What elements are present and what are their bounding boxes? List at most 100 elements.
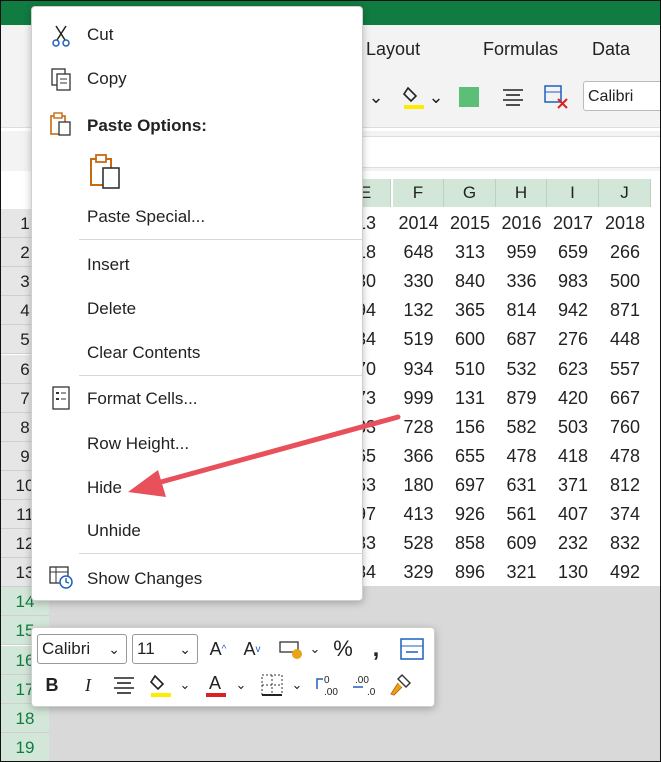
- paste-icon[interactable]: [86, 152, 126, 192]
- menu-item-row-height[interactable]: Row Height...: [87, 434, 189, 454]
- menu-item-clear-contents[interactable]: Clear Contents: [87, 343, 200, 363]
- grid-cell[interactable]: 532: [496, 355, 547, 384]
- grid-cell[interactable]: 232: [547, 529, 599, 558]
- column-header[interactable]: G: [444, 179, 496, 207]
- chevron-down-icon[interactable]: ⌄: [178, 672, 192, 698]
- grid-cell[interactable]: 667: [599, 384, 651, 413]
- menu-item-paste-special[interactable]: Paste Special...: [87, 207, 205, 227]
- grid-cell[interactable]: 478: [496, 442, 547, 471]
- grid-cell[interactable]: 582: [496, 413, 547, 442]
- increase-font-size-icon[interactable]: A ^: [204, 636, 232, 662]
- chevron-down-icon[interactable]: ⌄: [234, 672, 248, 698]
- accounting-format-icon[interactable]: [272, 636, 312, 662]
- grid-cell[interactable]: 959: [496, 238, 547, 267]
- grid-cell[interactable]: 132: [393, 296, 444, 325]
- menu-item-copy[interactable]: Copy: [87, 69, 127, 89]
- grid-cell[interactable]: 697: [444, 471, 496, 500]
- grid-cell[interactable]: 600: [444, 325, 496, 354]
- grid-cell[interactable]: 659: [547, 238, 599, 267]
- menu-item-hide[interactable]: Hide: [87, 478, 122, 498]
- grid-cell[interactable]: 500: [599, 267, 651, 296]
- align-center-icon[interactable]: [499, 83, 527, 111]
- grid-cell[interactable]: 2017: [547, 209, 599, 238]
- bold-icon[interactable]: B: [40, 672, 64, 698]
- grid-cell[interactable]: 648: [393, 238, 444, 267]
- decrease-font-size-icon[interactable]: Av: [238, 636, 266, 662]
- format-painter-table-icon[interactable]: [398, 636, 426, 662]
- column-header[interactable]: H: [496, 179, 547, 207]
- grid-cell[interactable]: 655: [444, 442, 496, 471]
- font-color-icon[interactable]: A: [202, 672, 230, 698]
- formula-input[interactable]: [341, 136, 660, 168]
- grid-cell[interactable]: 2016: [496, 209, 547, 238]
- grid-cell[interactable]: 631: [496, 471, 547, 500]
- grid-cell[interactable]: 528: [393, 529, 444, 558]
- column-header[interactable]: I: [547, 179, 599, 207]
- grid-cell[interactable]: 276: [547, 325, 599, 354]
- grid-cell[interactable]: 478: [599, 442, 651, 471]
- grid-cell[interactable]: 942: [547, 296, 599, 325]
- grid-cell[interactable]: 840: [444, 267, 496, 296]
- grid-cell[interactable]: 879: [496, 384, 547, 413]
- grid-cell[interactable]: 814: [496, 296, 547, 325]
- grid-cell[interactable]: 418: [547, 442, 599, 471]
- grid-cell[interactable]: 561: [496, 500, 547, 529]
- grid-cell[interactable]: 519: [393, 325, 444, 354]
- grid-cell[interactable]: 687: [496, 325, 547, 354]
- grid-cell[interactable]: 832: [599, 529, 651, 558]
- italic-icon[interactable]: I: [76, 672, 100, 698]
- grid-cell[interactable]: 156: [444, 413, 496, 442]
- grid-cell[interactable]: 983: [547, 267, 599, 296]
- font-name-box[interactable]: Calibri: [583, 81, 660, 111]
- chevron-down-icon[interactable]: ⌄: [428, 83, 443, 111]
- grid-cell[interactable]: 2015: [444, 209, 496, 238]
- grid-cell[interactable]: 609: [496, 529, 547, 558]
- borders-icon[interactable]: [258, 672, 286, 698]
- column-header[interactable]: J: [599, 179, 651, 207]
- font-size-dropdown[interactable]: 11 ⌄: [132, 634, 198, 664]
- fill-color-icon[interactable]: [146, 672, 176, 698]
- grid-cell[interactable]: 812: [599, 471, 651, 500]
- fill-color-icon[interactable]: [399, 83, 429, 111]
- grid-cell[interactable]: 130: [547, 558, 599, 587]
- grid-cell[interactable]: 420: [547, 384, 599, 413]
- chevron-down-icon[interactable]: ⌄: [363, 83, 389, 111]
- align-center-icon[interactable]: [110, 672, 138, 698]
- grid-cell[interactable]: 266: [599, 238, 651, 267]
- grid-cell[interactable]: 329: [393, 558, 444, 587]
- grid-cell[interactable]: 313: [444, 238, 496, 267]
- grid-cell[interactable]: 858: [444, 529, 496, 558]
- grid-cell[interactable]: 321: [496, 558, 547, 587]
- menu-item-cut[interactable]: Cut: [87, 25, 113, 45]
- grid-cell[interactable]: 871: [599, 296, 651, 325]
- column-header[interactable]: F: [393, 179, 444, 207]
- comma-style-icon[interactable]: ,: [366, 635, 386, 662]
- grid-cell[interactable]: 896: [444, 558, 496, 587]
- grid-cell[interactable]: 2014: [393, 209, 444, 238]
- increase-decimal-icon[interactable]: 0.00: [314, 672, 344, 698]
- grid-cell[interactable]: 180: [393, 471, 444, 500]
- row-header[interactable]: 18: [1, 703, 49, 733]
- decrease-decimal-icon[interactable]: .00.0: [350, 672, 380, 698]
- menu-item-format-cells[interactable]: Format Cells...: [87, 389, 198, 409]
- menu-item-unhide[interactable]: Unhide: [87, 521, 141, 541]
- grid-cell[interactable]: 492: [599, 558, 651, 587]
- grid-cell[interactable]: 557: [599, 355, 651, 384]
- chevron-down-icon[interactable]: ⌄: [290, 672, 304, 698]
- menu-item-delete[interactable]: Delete: [87, 299, 136, 319]
- grid-cell[interactable]: 374: [599, 500, 651, 529]
- tab-data[interactable]: Data: [592, 39, 630, 60]
- format-painter-icon[interactable]: [386, 672, 414, 698]
- font-name-dropdown[interactable]: Calibri ⌄: [37, 634, 127, 664]
- grid-cell[interactable]: 448: [599, 325, 651, 354]
- percent-style-icon[interactable]: %: [330, 636, 356, 662]
- delete-cells-icon[interactable]: [541, 83, 571, 111]
- menu-item-insert[interactable]: Insert: [87, 255, 130, 275]
- grid-cell[interactable]: 336: [496, 267, 547, 296]
- grid-cell[interactable]: 330: [393, 267, 444, 296]
- menu-item-show-changes[interactable]: Show Changes: [87, 569, 202, 589]
- grid-cell[interactable]: 999: [393, 384, 444, 413]
- grid-cell[interactable]: 131: [444, 384, 496, 413]
- grid-cell[interactable]: 728: [393, 413, 444, 442]
- grid-cell[interactable]: 510: [444, 355, 496, 384]
